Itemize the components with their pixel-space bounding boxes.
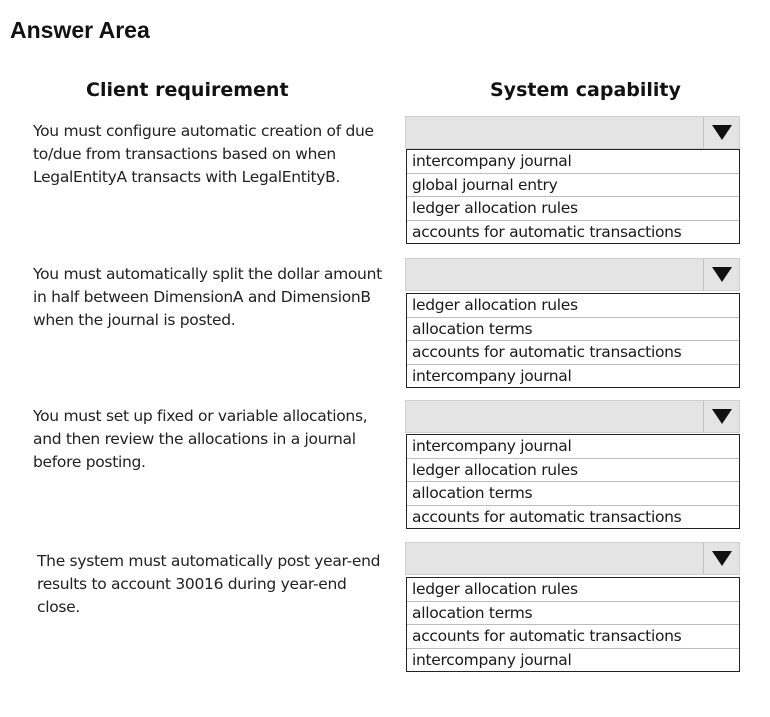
dropdown-options: intercompany journal global journal entr… bbox=[406, 149, 740, 244]
dropdown-options: ledger allocation rules allocation terms… bbox=[406, 293, 740, 388]
system-capability-header: System capability bbox=[490, 79, 681, 101]
dropdown-options: ledger allocation rules allocation terms… bbox=[406, 577, 740, 672]
dropdown-option[interactable]: global journal entry bbox=[407, 172, 739, 197]
dropdown-option[interactable]: intercompany journal bbox=[407, 363, 739, 388]
requirement-text-3: You must set up fixed or variable alloca… bbox=[33, 405, 403, 474]
dropdown-select[interactable] bbox=[405, 542, 740, 575]
capability-dropdown-2[interactable]: ledger allocation rules allocation terms… bbox=[405, 258, 740, 388]
dropdown-select[interactable] bbox=[405, 258, 740, 291]
requirement-text-1: You must configure automatic creation of… bbox=[33, 120, 403, 189]
client-requirement-header: Client requirement bbox=[86, 79, 289, 101]
chevron-down-icon[interactable] bbox=[703, 543, 739, 574]
dropdown-option[interactable]: accounts for automatic transactions bbox=[407, 340, 739, 364]
requirement-line: to/due from transactions based on when bbox=[33, 145, 336, 163]
dropdown-option[interactable]: allocation terms bbox=[407, 481, 739, 505]
requirement-line: You must automatically split the dollar … bbox=[33, 265, 382, 283]
chevron-down-icon[interactable] bbox=[703, 117, 739, 148]
requirement-line: You must set up fixed or variable alloca… bbox=[33, 407, 368, 425]
dropdown-option[interactable]: ledger allocation rules bbox=[407, 196, 739, 220]
dropdown-option[interactable]: intercompany journal bbox=[407, 150, 739, 173]
dropdown-option[interactable]: ledger allocation rules bbox=[407, 578, 739, 601]
requirement-line: before posting. bbox=[33, 453, 146, 471]
capability-dropdown-1[interactable]: intercompany journal global journal entr… bbox=[405, 116, 740, 244]
requirement-line: in half between DimensionA and Dimension… bbox=[33, 288, 371, 306]
capability-dropdown-4[interactable]: ledger allocation rules allocation terms… bbox=[405, 542, 740, 672]
answer-area-title: Answer Area bbox=[10, 17, 150, 43]
dropdown-option[interactable]: accounts for automatic transactions bbox=[407, 504, 739, 529]
requirement-line: LegalEntityA transacts with LegalEntityB… bbox=[33, 168, 341, 186]
dropdown-option[interactable]: intercompany journal bbox=[407, 435, 739, 458]
dropdown-option[interactable]: accounts for automatic transactions bbox=[407, 219, 739, 244]
requirement-line: and then review the allocations in a jou… bbox=[33, 430, 356, 448]
requirement-line: when the journal is posted. bbox=[33, 311, 236, 329]
requirement-line: results to account 30016 during year-end bbox=[37, 575, 347, 593]
requirement-line: The system must automatically post year-… bbox=[37, 552, 381, 570]
requirement-text-2: You must automatically split the dollar … bbox=[33, 263, 403, 332]
requirement-line: close. bbox=[37, 598, 81, 616]
dropdown-option[interactable]: accounts for automatic transactions bbox=[407, 624, 739, 648]
chevron-down-icon[interactable] bbox=[703, 401, 739, 432]
dropdown-option[interactable]: allocation terms bbox=[407, 600, 739, 625]
dropdown-select[interactable] bbox=[405, 116, 740, 149]
capability-dropdown-3[interactable]: intercompany journal ledger allocation r… bbox=[405, 400, 740, 529]
dropdown-option[interactable]: intercompany journal bbox=[407, 647, 739, 672]
requirement-text-4: The system must automatically post year-… bbox=[37, 550, 407, 619]
chevron-down-icon[interactable] bbox=[703, 259, 739, 290]
requirement-line: You must configure automatic creation of… bbox=[33, 122, 374, 140]
dropdown-option[interactable]: ledger allocation rules bbox=[407, 457, 739, 482]
dropdown-option[interactable]: ledger allocation rules bbox=[407, 294, 739, 317]
dropdown-select[interactable] bbox=[405, 400, 740, 433]
dropdown-option[interactable]: allocation terms bbox=[407, 316, 739, 341]
dropdown-options: intercompany journal ledger allocation r… bbox=[406, 434, 740, 529]
